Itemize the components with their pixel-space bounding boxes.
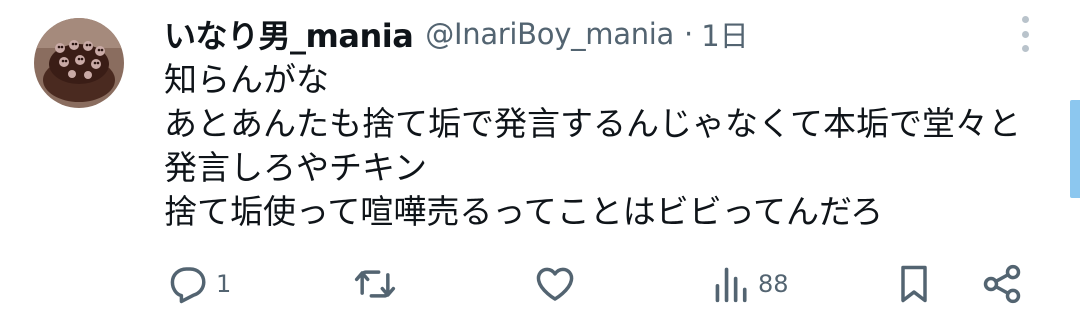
retweet-icon [354,270,396,298]
share-button[interactable] [980,262,1024,306]
tweet-line: あとあんたも捨て垢で発言するんじゃなくて本垢で堂々と [164,104,1022,143]
heart-icon [536,267,574,301]
avatar[interactable] [34,18,124,108]
user-handle[interactable]: @InariBoy_mania [425,17,674,51]
share-icon [983,264,1021,304]
scroll-indicator[interactable] [1070,100,1080,198]
bookmark-button[interactable] [894,262,934,306]
tweet-card[interactable]: いなり男_mania @InariBoy_mania · 1日 知らんがな あと… [0,0,1080,320]
reply-button[interactable]: 1 [166,262,231,306]
like-button[interactable] [533,262,583,306]
tweet-line: 発言しろやチキン [164,148,428,187]
separator-dot: · [684,17,694,51]
retweet-button[interactable] [352,262,404,306]
bookmark-icon [901,265,927,303]
views-icon [715,267,747,303]
more-dot [1021,16,1029,23]
tweet-line: 捨て垢使って喧嘩売るってことはビビってんだろ [164,192,884,231]
tweet-header: いなり男_mania @InariBoy_mania · 1日 [164,12,749,56]
tweet-text: 知らんがな あとあんたも捨て垢で発言するんじゃなくて本垢で堂々と 発言しろやチキ… [164,58,1044,234]
display-name[interactable]: いなり男_mania [164,11,414,57]
action-bar: 1 88 [0,262,1080,306]
reply-count: 1 [216,270,232,298]
views-button[interactable]: 88 [712,262,789,306]
more-vertical-icon[interactable] [1014,14,1036,54]
timestamp[interactable]: 1日 [701,13,748,55]
views-count: 88 [758,270,789,298]
avatar-image [34,18,124,108]
reply-icon [170,267,206,304]
tweet-line: 知らんがな [164,60,329,99]
more-dot [1021,30,1029,38]
more-dot [1021,45,1029,52]
